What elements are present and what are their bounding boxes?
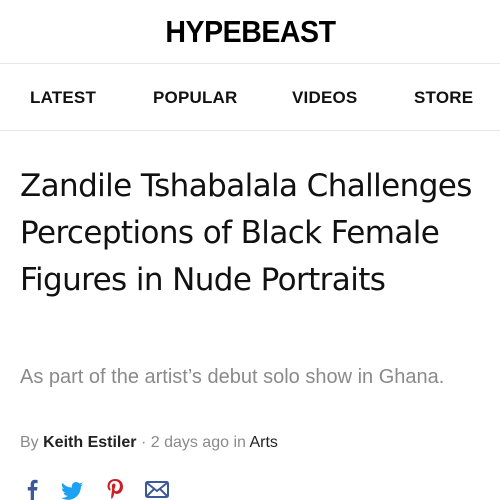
nav-item-store[interactable]: STORE [414,65,473,131]
nav-item-videos[interactable]: VIDEOS [292,65,357,131]
publish-time: 2 days ago [150,434,229,451]
category-link[interactable]: Arts [249,434,277,451]
main-nav: LATEST POPULAR VIDEOS STORE [0,65,500,131]
byline-separator: · [140,434,147,451]
article-byline: By Keith Estiler · 2 days ago in Arts [20,434,480,452]
email-icon[interactable] [144,478,170,500]
nav-item-latest[interactable]: LATEST [30,65,96,131]
pinterest-icon[interactable] [106,478,124,500]
byline-in: in [233,434,246,451]
facebook-icon[interactable] [26,478,38,500]
nav-item-popular[interactable]: POPULAR [153,65,238,131]
twitter-icon[interactable] [60,478,84,500]
share-bar [20,478,220,500]
article-title: Zandile Tshabalala Challenges Perception… [20,168,472,298]
article-subtitle: As part of the artist’s debut solo show … [20,366,445,388]
site-logo[interactable]: HYPEBEAST [165,14,336,50]
byline-prefix: By [20,434,39,451]
author-link[interactable]: Keith Estiler [43,434,136,451]
site-header: HYPEBEAST [0,0,500,64]
